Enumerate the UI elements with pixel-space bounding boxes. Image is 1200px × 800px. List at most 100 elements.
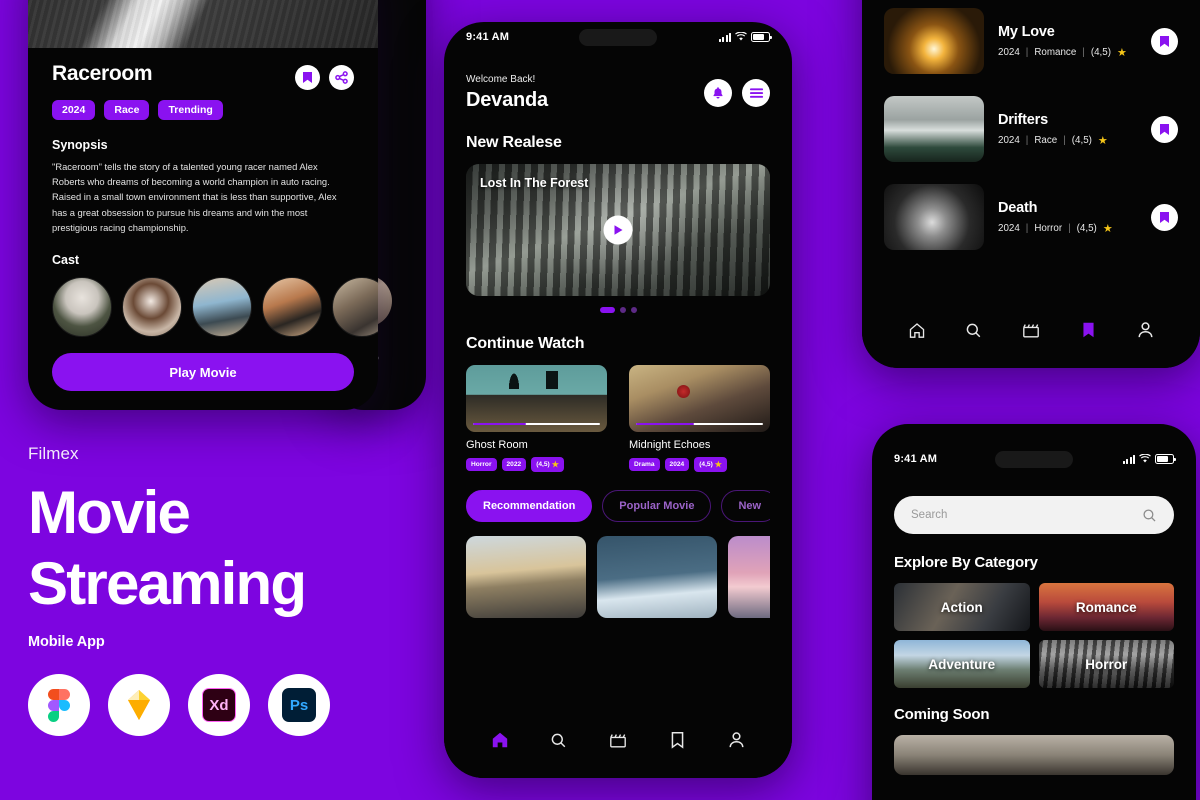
progress-bar [636, 422, 763, 425]
movie-meta: My Love 2024 | Romance | (4,5) ★ [998, 24, 1137, 59]
rating-value: (4,5) [1090, 46, 1111, 58]
avatar[interactable] [262, 277, 322, 338]
search-input[interactable]: Search [894, 496, 1174, 534]
bookmark-icon[interactable] [295, 65, 320, 90]
tag-rating: (4,5) ★ [694, 457, 727, 472]
list-item[interactable]: Death 2024 | Horror | (4,5) ★ [884, 184, 1178, 250]
continue-watch-list: Ghost Room Horror 2022 (4,5) ★ Midnight … [466, 365, 770, 472]
category-label: Action [940, 599, 983, 615]
play-movie-button[interactable]: Play Movie [52, 353, 354, 392]
category-label: Adventure [928, 656, 996, 672]
person-icon[interactable] [1134, 319, 1156, 341]
filter-pill-recommendation[interactable]: Recommendation [466, 490, 593, 522]
clapperboard-icon[interactable] [607, 729, 629, 751]
dynamic-island [579, 28, 657, 46]
carousel-dot[interactable] [599, 307, 615, 313]
movie-thumbnail [884, 96, 984, 162]
movie-card[interactable] [728, 536, 770, 618]
bookmark-icon[interactable] [1151, 203, 1178, 231]
person-icon[interactable] [725, 729, 747, 751]
star-icon: ★ [551, 460, 559, 469]
wifi-icon [735, 32, 747, 41]
search-icon[interactable] [963, 319, 985, 341]
bell-icon[interactable] [704, 79, 732, 107]
movie-thumbnail [466, 365, 607, 432]
featured-movie-card[interactable]: Lost In The Forest [466, 164, 770, 296]
movie-thumbnail [884, 8, 984, 74]
menu-icon[interactable] [742, 79, 770, 107]
movie-title: Drifters [998, 111, 1048, 128]
genre: Romance [1034, 46, 1077, 58]
avatar[interactable] [52, 277, 112, 338]
tag-genre: Horror [466, 458, 497, 471]
sketch-icon [108, 674, 170, 736]
carousel-dot[interactable] [630, 307, 637, 313]
search-icon[interactable] [548, 729, 570, 751]
filter-pill-new[interactable]: New [721, 490, 770, 522]
tag-year: 2024 [664, 458, 690, 471]
home-icon[interactable] [906, 319, 928, 341]
category-grid: Action Romance Adventure Horror [894, 583, 1174, 688]
brand-block: Filmex Movie Streaming Mobile App Xd Ps [28, 444, 428, 736]
divider: | [1068, 222, 1071, 234]
status-indicators [718, 32, 772, 42]
phone-saved-screen: My Love 2024 | Romance | (4,5) ★ Drifter… [862, 0, 1200, 368]
play-icon[interactable] [603, 215, 633, 245]
movie-thumbnail [629, 365, 770, 432]
user-name: Devanda [466, 89, 548, 111]
movie-tags: Drama 2024 (4,5) ★ [629, 457, 770, 472]
category-tile-adventure[interactable]: Adventure [894, 640, 1030, 688]
list-item[interactable]: Drifters 2024 | Race | (4,5) ★ [884, 96, 1178, 162]
status-indicators [1122, 454, 1176, 464]
status-time: 9:41 AM [466, 31, 510, 43]
filter-pill-popular[interactable]: Popular Movie [602, 490, 712, 522]
photoshop-icon: Ps [268, 674, 330, 736]
detail-action-icons [295, 65, 354, 90]
cellular-icon [718, 32, 731, 42]
carousel-dots [466, 307, 770, 313]
chip-genre[interactable]: Race [104, 100, 150, 120]
movie-title: Raceroom [52, 62, 153, 85]
adobe-xd-icon: Xd [188, 674, 250, 736]
title-line-2: Streaming [28, 550, 307, 617]
home-icon[interactable] [489, 729, 511, 751]
category-label: Horror [1085, 656, 1128, 672]
category-tile-action[interactable]: Action [894, 583, 1030, 631]
cellular-icon [1122, 454, 1135, 464]
carousel-dot[interactable] [619, 307, 626, 313]
movie-card[interactable] [466, 536, 586, 618]
page-title: Movie Streaming [28, 483, 428, 617]
progress-bar [473, 422, 600, 425]
chip-trending[interactable]: Trending [158, 100, 223, 120]
avatar[interactable] [332, 277, 378, 338]
bookmark-icon[interactable] [1151, 27, 1178, 55]
movie-meta: Drifters 2024 | Race | (4,5) ★ [998, 112, 1137, 147]
search-icon[interactable] [1142, 508, 1157, 523]
status-time: 9:41 AM [894, 453, 938, 465]
avatar[interactable] [122, 277, 182, 338]
movie-subtitle: 2024 | Race | (4,5) ★ [998, 134, 1137, 147]
category-tile-romance[interactable]: Romance [1038, 583, 1174, 631]
clapperboard-icon[interactable] [1020, 319, 1042, 341]
list-item[interactable]: Ghost Room Horror 2022 (4,5) ★ [466, 365, 607, 472]
movie-card[interactable] [597, 536, 717, 618]
bookmark-icon[interactable] [666, 729, 688, 751]
star-icon: ★ [1116, 46, 1127, 59]
chip-year[interactable]: 2024 [52, 100, 96, 120]
bookmark-icon[interactable] [1151, 115, 1178, 143]
search-placeholder: Search [911, 509, 948, 521]
status-bar: 9:41 AM [872, 444, 1196, 474]
list-item[interactable]: My Love 2024 | Romance | (4,5) ★ [884, 8, 1178, 74]
bookmark-icon[interactable] [1077, 319, 1099, 341]
synopsis-text: "Raceroom" tells the story of a talented… [52, 161, 337, 233]
bottom-navigation [862, 304, 1200, 368]
movie-title: My Love [998, 23, 1055, 40]
brand-name: Filmex [28, 444, 79, 463]
share-icon[interactable] [329, 65, 354, 90]
category-tile-horror[interactable]: Horror [1038, 640, 1174, 688]
coming-soon-card[interactable] [894, 735, 1174, 775]
greeting-text: Welcome Back! [466, 74, 536, 85]
avatar[interactable] [192, 277, 252, 338]
list-item[interactable]: Midnight Echoes Drama 2024 (4,5) ★ [629, 365, 770, 472]
tag-genre: Drama [629, 458, 660, 471]
